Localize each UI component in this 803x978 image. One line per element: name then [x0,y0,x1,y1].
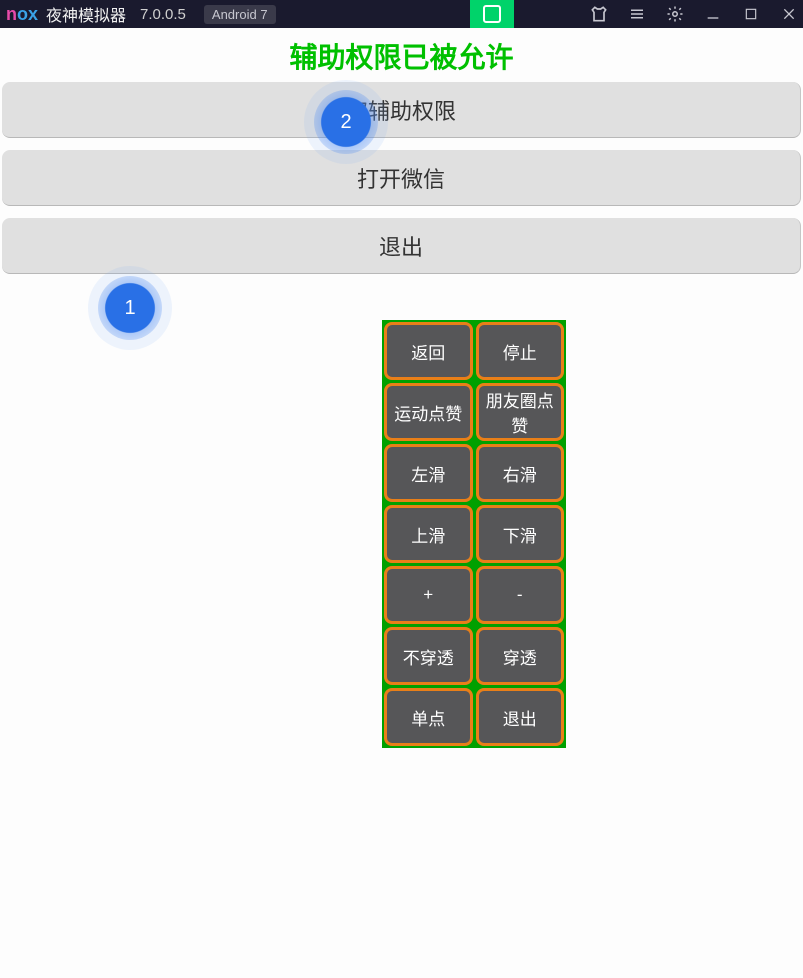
moments-like-button[interactable]: 朋友圈点赞 [476,383,565,441]
swipe-left-button[interactable]: 左滑 [384,444,473,502]
swipe-down-button[interactable]: 下滑 [476,505,565,563]
back-button[interactable]: 返回 [384,322,473,380]
minimize-icon[interactable] [703,4,723,24]
gear-icon[interactable] [665,4,685,24]
panel-exit-button[interactable]: 退出 [476,688,565,746]
plus-button[interactable]: + [384,566,473,624]
menu-icon[interactable] [627,4,647,24]
stop-button[interactable]: 停止 [476,322,565,380]
sport-like-button[interactable]: 运动点赞 [384,383,473,441]
status-text: 辅助权限已被允许 [0,36,803,76]
open-wechat-button[interactable]: 打开微信 [2,150,801,206]
minus-button[interactable]: - [476,566,565,624]
single-click-button[interactable]: 单点 [384,688,473,746]
app-name: 夜神模拟器 [46,2,126,26]
grant-permission-button[interactable]: 取辅助权限 [2,82,801,138]
step-badge-1: 1 [98,276,162,340]
shirt-icon[interactable] [589,4,609,24]
titlebar-controls [589,0,799,28]
step-badge-2: 2 [314,90,378,154]
store-icon[interactable] [470,0,514,28]
no-passthrough-button[interactable]: 不穿透 [384,627,473,685]
close-icon[interactable] [779,4,799,24]
nox-logo: nox [6,4,38,25]
control-panel[interactable]: 返回 停止 运动点赞 朋友圈点赞 左滑 右滑 上滑 下滑 + - 不穿透 穿透 … [382,320,566,748]
exit-button[interactable]: 退出 [2,218,801,274]
main-button-group: 取辅助权限 打开微信 退出 [0,80,803,276]
emulator-titlebar: nox 夜神模拟器 7.0.0.5 Android 7 [0,0,803,28]
passthrough-button[interactable]: 穿透 [476,627,565,685]
maximize-icon[interactable] [741,4,761,24]
android-badge: Android 7 [204,5,276,24]
swipe-up-button[interactable]: 上滑 [384,505,473,563]
app-version: 7.0.0.5 [140,6,186,23]
swipe-right-button[interactable]: 右滑 [476,444,565,502]
